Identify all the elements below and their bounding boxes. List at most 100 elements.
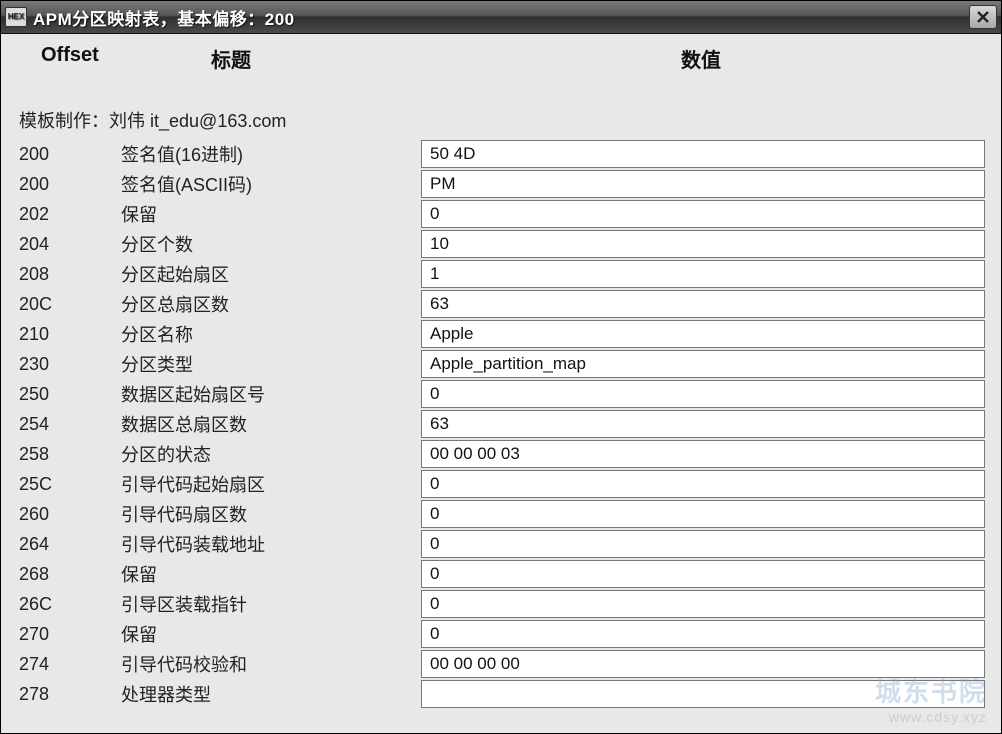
cell-value <box>421 560 991 588</box>
value-input[interactable] <box>421 260 985 288</box>
table-row: 210分区名称 <box>11 319 991 349</box>
cell-title: 分区总扇区数 <box>121 291 421 317</box>
cell-offset: 204 <box>11 234 121 255</box>
value-input[interactable] <box>421 650 985 678</box>
value-input[interactable] <box>421 350 985 378</box>
cell-value <box>421 290 991 318</box>
value-input[interactable] <box>421 320 985 348</box>
table-row: 25C引导代码起始扇区 <box>11 469 991 499</box>
value-input[interactable] <box>421 290 985 318</box>
table-row: 274引导代码校验和 <box>11 649 991 679</box>
cell-value <box>421 650 991 678</box>
cell-value <box>421 500 991 528</box>
cell-title: 分区名称 <box>121 321 421 347</box>
table-row: 260引导代码扇区数 <box>11 499 991 529</box>
table-row: 204分区个数 <box>11 229 991 259</box>
table-row: 200签名值(16进制) <box>11 139 991 169</box>
table-row: 208分区起始扇区 <box>11 259 991 289</box>
value-input[interactable] <box>421 500 985 528</box>
cell-offset: 260 <box>11 504 121 525</box>
cell-value <box>421 590 991 618</box>
cell-offset: 26C <box>11 594 121 615</box>
table-row: 254数据区总扇区数 <box>11 409 991 439</box>
table-row: 26C引导区装载指针 <box>11 589 991 619</box>
value-input[interactable] <box>421 200 985 228</box>
cell-value <box>421 620 991 648</box>
cell-offset: 202 <box>11 204 121 225</box>
cell-value <box>421 230 991 258</box>
header-value: 数值 <box>411 44 991 73</box>
cell-value <box>421 350 991 378</box>
header-title: 标题 <box>181 44 411 73</box>
value-input[interactable] <box>421 560 985 588</box>
cell-value <box>421 530 991 558</box>
cell-offset: 25C <box>11 474 121 495</box>
cell-value <box>421 200 991 228</box>
value-input[interactable] <box>421 170 985 198</box>
cell-title: 保留 <box>121 561 421 587</box>
table-row: 230分区类型 <box>11 349 991 379</box>
cell-offset: 200 <box>11 174 121 195</box>
cell-value <box>421 440 991 468</box>
value-input[interactable] <box>421 620 985 648</box>
cell-offset: 208 <box>11 264 121 285</box>
window-title: APM分区映射表，基本偏移：200 <box>33 5 969 30</box>
table-row: 270保留 <box>11 619 991 649</box>
dialog-window: HEX APM分区映射表，基本偏移：200 Offset 标题 数值 模板制作：… <box>0 0 1002 734</box>
titlebar[interactable]: HEX APM分区映射表，基本偏移：200 <box>1 1 1001 34</box>
cell-offset: 20C <box>11 294 121 315</box>
cell-title: 分区个数 <box>121 231 421 257</box>
watermark-line2: www.cdsy.xyz <box>875 709 987 725</box>
cell-offset: 270 <box>11 624 121 645</box>
cell-title: 分区的状态 <box>121 441 421 467</box>
cell-title: 分区类型 <box>121 351 421 377</box>
cell-title: 数据区总扇区数 <box>121 411 421 437</box>
table-row: 200签名值(ASCII码) <box>11 169 991 199</box>
cell-title: 引导代码校验和 <box>121 651 421 677</box>
value-input[interactable] <box>421 680 985 708</box>
cell-title: 处理器类型 <box>121 681 421 707</box>
rows-container: 200签名值(16进制)200签名值(ASCII码)202保留204分区个数20… <box>11 139 991 709</box>
value-input[interactable] <box>421 590 985 618</box>
content-area: Offset 标题 数值 模板制作：刘伟 it_edu@163.com 200签… <box>1 34 1001 733</box>
cell-offset: 264 <box>11 534 121 555</box>
app-icon: HEX <box>5 7 27 27</box>
cell-title: 签名值(16进制) <box>121 141 421 167</box>
cell-value <box>421 680 991 708</box>
cell-offset: 200 <box>11 144 121 165</box>
cell-offset: 254 <box>11 414 121 435</box>
table-row: 258分区的状态 <box>11 439 991 469</box>
cell-title: 保留 <box>121 621 421 647</box>
cell-offset: 274 <box>11 654 121 675</box>
value-input[interactable] <box>421 470 985 498</box>
value-input[interactable] <box>421 380 985 408</box>
table-row: 278处理器类型 <box>11 679 991 709</box>
cell-offset: 278 <box>11 684 121 705</box>
table-row: 250数据区起始扇区号 <box>11 379 991 409</box>
close-icon <box>976 10 990 24</box>
value-input[interactable] <box>421 140 985 168</box>
table-row: 268保留 <box>11 559 991 589</box>
value-input[interactable] <box>421 440 985 468</box>
template-credit: 模板制作：刘伟 it_edu@163.com <box>11 91 991 139</box>
cell-value <box>421 140 991 168</box>
cell-title: 分区起始扇区 <box>121 261 421 287</box>
cell-value <box>421 380 991 408</box>
cell-offset: 268 <box>11 564 121 585</box>
close-button[interactable] <box>969 5 997 29</box>
header-offset: Offset <box>11 44 181 73</box>
cell-offset: 210 <box>11 324 121 345</box>
cell-title: 签名值(ASCII码) <box>121 171 421 197</box>
cell-title: 保留 <box>121 201 421 227</box>
cell-title: 引导区装载指针 <box>121 591 421 617</box>
cell-value <box>421 260 991 288</box>
column-headers: Offset 标题 数值 <box>11 40 991 91</box>
value-input[interactable] <box>421 410 985 438</box>
cell-title: 引导代码扇区数 <box>121 501 421 527</box>
table-row: 264引导代码装载地址 <box>11 529 991 559</box>
cell-title: 引导代码起始扇区 <box>121 471 421 497</box>
cell-title: 引导代码装载地址 <box>121 531 421 557</box>
cell-value <box>421 410 991 438</box>
value-input[interactable] <box>421 530 985 558</box>
value-input[interactable] <box>421 230 985 258</box>
